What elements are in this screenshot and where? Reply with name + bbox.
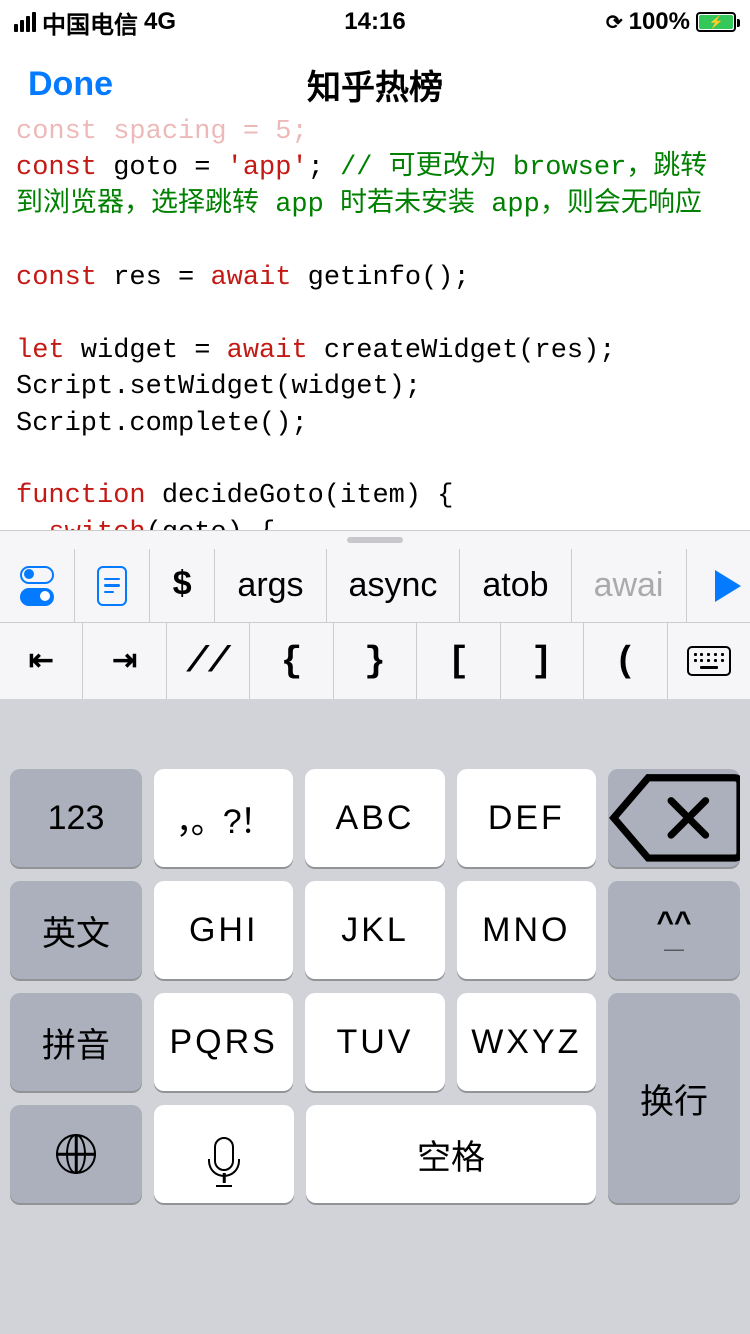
key-def[interactable]: DEF [457,769,596,867]
suggestion-atob[interactable]: atob [459,549,570,622]
tab-right-button[interactable]: ⇥ [82,623,165,699]
page-title: 知乎热榜 [307,60,443,109]
battery-icon: ⚡ [696,12,736,32]
nav-bar: Done 知乎热榜 [0,44,750,124]
key-enter[interactable]: 换行 [608,993,740,1203]
dollar-button[interactable]: $ [149,549,214,622]
done-button[interactable]: Done [28,65,113,104]
document-icon [97,566,127,606]
key-emoji[interactable]: ^^ ＿ [608,881,740,979]
key-backspace[interactable] [608,769,740,867]
key-punct[interactable]: ，。?！ [154,769,293,867]
key-wxyz[interactable]: WXYZ [457,993,596,1091]
keyboard-accessory: $ args async atob awai ⇤ ⇥ // { } [ ] ( [0,530,750,699]
suggestion-async[interactable]: async [326,549,460,622]
comment-button[interactable]: // [166,623,249,699]
rbracket-button[interactable]: ] [500,623,583,699]
carrier-label: 中国电信 [42,5,138,40]
lparen-button[interactable]: ( [583,623,666,699]
key-123[interactable]: 123 [10,769,142,867]
code-editor[interactable]: const spacing = 5; const goto = 'app'; /… [0,114,750,530]
tab-left-button[interactable]: ⇤ [0,623,82,699]
rotation-lock-icon: ⟳ [606,10,623,35]
key-abc[interactable]: ABC [305,769,444,867]
suggestion-args[interactable]: args [214,549,325,622]
keyboard: 123 ，。?！ ABC DEF 英文 GHI JKL MNO ^^ ＿ 拼音 … [0,699,750,1334]
key-ghi[interactable]: GHI [154,881,293,979]
clock: 14:16 [344,8,405,36]
hide-keyboard-button[interactable] [667,623,750,699]
status-bar: 中国电信 4G 14:16 ⟳ 100% ⚡ [0,0,750,44]
key-pqrs[interactable]: PQRS [154,993,293,1091]
key-jkl[interactable]: JKL [305,881,444,979]
settings-toggle-button[interactable] [0,549,74,622]
code-token: const [16,153,97,183]
key-tuv[interactable]: TUV [305,993,444,1091]
key-space[interactable]: 空格 [306,1105,596,1203]
lbracket-button[interactable]: [ [416,623,499,699]
rbrace-button[interactable]: } [333,623,416,699]
globe-icon [56,1134,96,1174]
battery-pct: 100% [629,8,690,36]
grabber-icon[interactable] [0,531,750,549]
run-button[interactable] [686,549,750,622]
key-mno[interactable]: MNO [457,881,596,979]
key-mic[interactable] [154,1105,294,1203]
play-icon [715,570,741,602]
signal-icon [14,12,36,32]
suggestion-await[interactable]: awai [571,549,686,622]
document-button[interactable] [74,549,149,622]
backspace-icon [608,772,740,864]
key-english[interactable]: 英文 [10,881,142,979]
keyboard-icon [687,646,731,676]
key-globe[interactable] [10,1105,142,1203]
mic-icon [214,1137,234,1171]
lbrace-button[interactable]: { [249,623,332,699]
key-pinyin[interactable]: 拼音 [10,993,142,1091]
network-label: 4G [144,8,176,36]
